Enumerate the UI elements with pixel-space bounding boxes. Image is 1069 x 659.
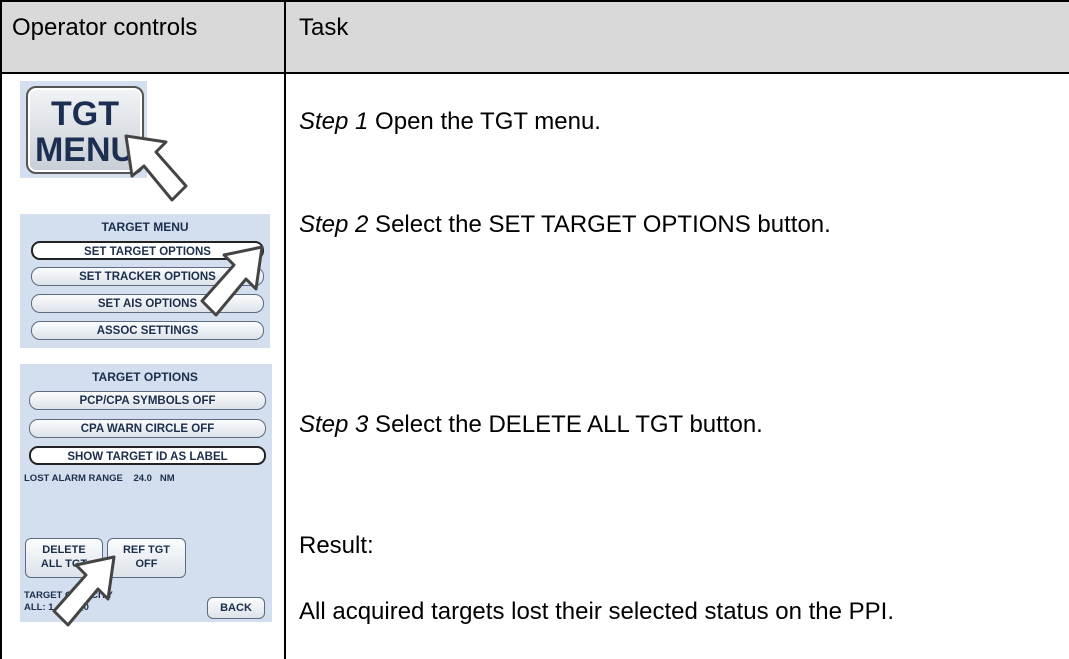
back-button[interactable]: BACK (207, 597, 265, 619)
pointer-cursor-icon (52, 555, 116, 627)
table-border-top (0, 0, 1069, 2)
lost-alarm-value: 24.0 (133, 473, 152, 484)
step-1-text: Open the TGT menu. (368, 108, 601, 135)
table-header-divider (0, 72, 1069, 74)
pointer-cursor-icon (200, 245, 264, 317)
step-1-label: Step 1 (299, 108, 369, 135)
header-task: Task (299, 14, 349, 41)
step-2: Step 2 Select the SET TARGET OPTIONS but… (299, 211, 831, 239)
header-operator-controls: Operator controls (12, 14, 198, 41)
step-2-label: Step 2 (299, 211, 369, 238)
target-options-title: TARGET OPTIONS (92, 370, 198, 384)
pointer-cursor-icon (124, 134, 188, 202)
step-3-label: Step 3 (299, 411, 369, 438)
pcp-cpa-symbols-button[interactable]: PCP/CPA SYMBOLS OFF (29, 391, 266, 410)
table-column-divider (284, 0, 286, 659)
step-1: Step 1 Open the TGT menu. (299, 108, 601, 136)
lost-alarm-range: LOST ALARM RANGE 24.0 NM (24, 473, 175, 484)
lost-alarm-unit: NM (159, 473, 175, 484)
lost-alarm-label: LOST ALARM RANGE (24, 473, 123, 484)
result-text: All acquired targets lost their selected… (299, 598, 894, 625)
step-3-text: Select the DELETE ALL TGT button. (368, 411, 763, 438)
assoc-settings-button[interactable]: ASSOC SETTINGS (31, 321, 264, 340)
step-2-text: Select the SET TARGET OPTIONS button. (368, 211, 831, 238)
step-3: Step 3 Select the DELETE ALL TGT button. (299, 411, 763, 439)
cpa-warn-circle-button[interactable]: CPA WARN CIRCLE OFF (29, 419, 266, 438)
target-menu-title: TARGET MENU (101, 220, 189, 234)
result-label: Result: (299, 532, 374, 559)
tgt-menu-line1: TGT (51, 95, 119, 133)
show-target-id-button[interactable]: SHOW TARGET ID AS LABEL (29, 446, 266, 465)
table-border-left (0, 0, 2, 659)
